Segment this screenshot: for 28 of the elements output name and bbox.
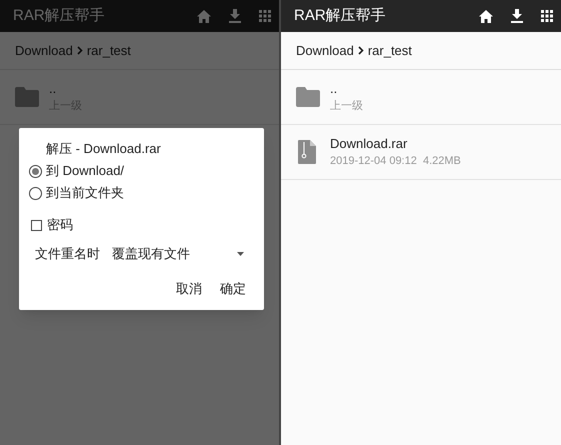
caret-icon (237, 252, 244, 256)
grid-icon[interactable] (541, 10, 553, 22)
app-title: RAR解压帮手 (294, 6, 387, 26)
app-title: RAR解压帮手 (13, 6, 106, 26)
zip-file-icon (298, 140, 316, 164)
dialog-button[interactable]: 取消 (168, 277, 210, 301)
dialog-title: 解压 - Download.rar (45, 140, 162, 158)
radio-button[interactable] (29, 186, 42, 200)
file-name[interactable]: Download.rar (330, 135, 461, 153)
checkbox[interactable] (31, 220, 42, 230)
file-name[interactable]: .. (330, 80, 363, 98)
file-detail: 2019-12-04 09:12 4.22MB (330, 154, 461, 169)
home-icon[interactable] (479, 10, 493, 22)
checkbox-label: 密码 (47, 216, 73, 234)
field-label: 文件重名时 (35, 245, 100, 264)
breadcrumb-item[interactable]: Download (296, 40, 354, 60)
radio-button[interactable] (29, 164, 42, 178)
radio-label: 到当前文件夹 (46, 184, 124, 202)
file-detail: 上一级 (330, 99, 363, 114)
chevron-icon (76, 46, 83, 55)
chevron-icon (358, 46, 364, 55)
dialog-button[interactable]: 确定 (212, 277, 254, 301)
dropdown[interactable]: 覆盖现有文件 (112, 244, 246, 264)
radio-label: 到 Download/ (46, 162, 124, 180)
download-icon[interactable] (511, 9, 523, 23)
folder-icon (15, 87, 39, 107)
breadcrumb-item[interactable]: rar_test (368, 40, 412, 60)
folder-icon (296, 87, 320, 107)
